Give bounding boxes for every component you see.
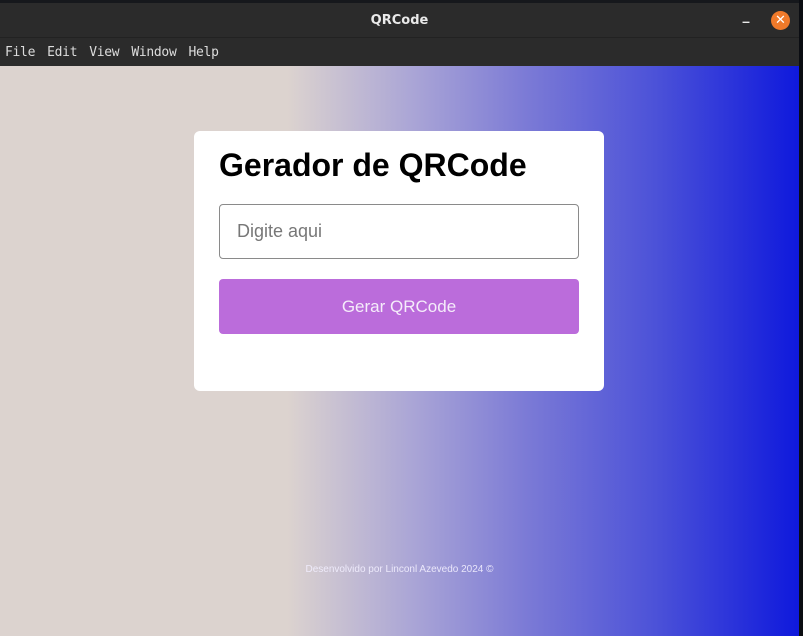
menu-bar: File Edit View Window Help bbox=[0, 38, 799, 66]
window-title: QRCode bbox=[370, 13, 429, 28]
minimize-button[interactable]: – bbox=[738, 13, 754, 29]
page-content: Gerador de QRCode Gerar QRCode Desenvolv… bbox=[0, 66, 799, 636]
generate-qrcode-button[interactable]: Gerar QRCode bbox=[219, 279, 579, 334]
app-window: QRCode – ✕ File Edit View Window Help Ge… bbox=[0, 3, 799, 636]
close-button[interactable]: ✕ bbox=[771, 11, 790, 30]
menu-window[interactable]: Window bbox=[131, 45, 176, 60]
menu-file[interactable]: File bbox=[5, 45, 35, 60]
desktop-background-right bbox=[799, 0, 803, 636]
qrcode-card: Gerador de QRCode Gerar QRCode bbox=[194, 131, 604, 391]
title-bar[interactable]: QRCode – ✕ bbox=[0, 3, 799, 38]
menu-help[interactable]: Help bbox=[189, 45, 219, 60]
menu-view[interactable]: View bbox=[89, 45, 119, 60]
page-title: Gerador de QRCode bbox=[219, 147, 527, 183]
text-input[interactable] bbox=[219, 204, 579, 259]
close-icon: ✕ bbox=[775, 13, 786, 28]
menu-edit[interactable]: Edit bbox=[47, 45, 77, 60]
footer-credits: Desenvolvido por Linconl Azevedo 2024 © bbox=[305, 564, 494, 575]
